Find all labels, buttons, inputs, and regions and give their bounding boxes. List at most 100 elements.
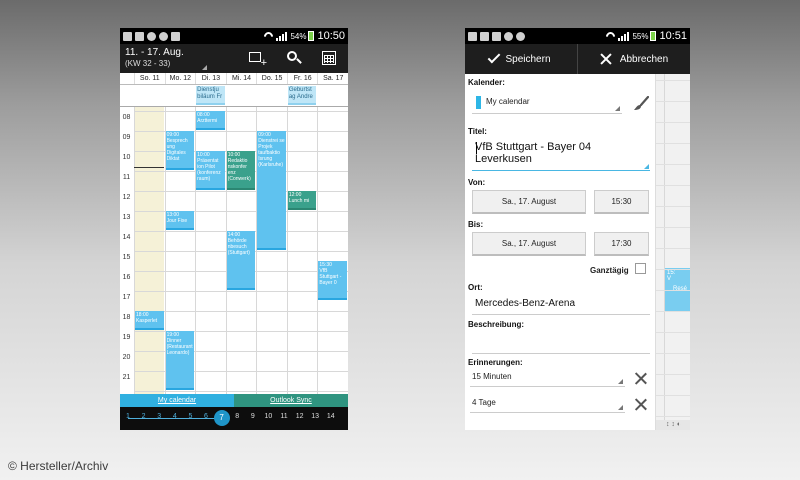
hour-line — [134, 311, 348, 312]
event-title: Präsentat ion Pilot (konferenz raum) — [197, 158, 221, 182]
action-bar: Speichern Abbrechen — [465, 44, 690, 74]
chrome-icon — [516, 31, 525, 41]
to-time-button[interactable]: 17:30 — [594, 232, 649, 256]
from-date-button[interactable]: Sa., 17. August — [472, 190, 586, 214]
week-number-tick[interactable]: 8 — [235, 413, 239, 420]
calendar-event[interactable]: 09:00 Besprech ung Digitales Diktat — [165, 131, 195, 170]
reminder-select[interactable]: 15 Minuten — [470, 369, 625, 387]
calendar-event[interactable]: 09:00 Dienstrei se Projek taufbaktio Isru… — [257, 131, 286, 250]
week-number-tick[interactable]: 4 — [173, 413, 177, 420]
week-number: (KW 32 - 33) — [125, 59, 171, 68]
tab-my-calendar[interactable]: My calendar — [120, 394, 234, 407]
day-header[interactable]: Fr. 16 — [286, 73, 318, 84]
calendar-event[interactable]: 13:00 Jour Fixe — [165, 211, 195, 230]
hour-label: 14 — [122, 234, 131, 241]
to-date-button[interactable]: Sa., 17. August — [472, 232, 586, 256]
calendar-event[interactable]: 18:00 Kasperlet — [135, 311, 164, 330]
from-time-button[interactable]: 15:30 — [594, 190, 649, 214]
current-time-line — [134, 167, 164, 168]
hour-line — [134, 391, 348, 392]
cancel-button[interactable]: Abbrechen — [577, 44, 690, 74]
location-input[interactable]: Mercedes-Benz-Arena — [472, 295, 650, 315]
week-number-tick[interactable]: 9 — [251, 413, 255, 420]
peek-hour-line — [656, 269, 690, 270]
description-input[interactable] — [472, 332, 650, 354]
week-grid[interactable]: 08091011121314151617181920212209:00Bespr… — [120, 107, 348, 394]
peek-hour-line — [656, 311, 690, 312]
week-number-tick[interactable]: 1 — [126, 413, 130, 420]
week-number-tick[interactable]: 2 — [142, 413, 146, 420]
date-range[interactable]: 11. - 17. Aug. — [125, 47, 343, 59]
calendar-event[interactable]: 12:00 Lunch mi — [287, 191, 317, 210]
peek-hour-line — [656, 374, 690, 375]
week-number-tick[interactable]: 3 — [157, 413, 161, 420]
image-icon — [135, 31, 144, 41]
location-label: Ort: — [468, 283, 483, 292]
notification-icon — [123, 31, 132, 41]
to-label: Bis: — [468, 220, 484, 229]
notification-icon — [468, 31, 477, 41]
remove-reminder-icon[interactable] — [634, 372, 647, 385]
wifi-icon — [604, 29, 618, 43]
dropbox-icon — [480, 31, 489, 41]
add-event-button[interactable]: + — [247, 49, 267, 69]
hour-label: 15 — [122, 254, 131, 261]
save-button[interactable]: Speichern — [465, 44, 577, 74]
tab-outlook-sync[interactable]: Outlook Sync — [234, 394, 348, 407]
reminder-select[interactable]: 4 Tage — [470, 395, 625, 413]
title-label: Titel: — [468, 127, 487, 136]
hour-label: 08 — [122, 114, 131, 121]
all-day-event[interactable]: Dienstju biläum Fr — [196, 86, 225, 105]
all-day-checkbox[interactable] — [635, 263, 646, 274]
title-value: VfB Stuttgart - Bayer 04 Leverkusen — [475, 141, 592, 165]
event-title: Jour Fixe — [166, 218, 188, 224]
hour-label: 19 — [122, 334, 131, 341]
week-number-tick[interactable]: 13 — [311, 413, 319, 420]
day-column-line — [286, 107, 288, 394]
dropdown-corner-icon — [618, 379, 623, 384]
event-title: Lunch mi — [288, 198, 310, 204]
day-header[interactable]: Mi. 14 — [225, 73, 257, 84]
week-number-tick[interactable]: 10 — [264, 413, 272, 420]
hour-label: 12 — [122, 194, 131, 201]
peek-hour-line — [656, 227, 690, 228]
status-bar: 55% 10:51 — [465, 28, 690, 44]
week-number-tick[interactable]: 6 — [204, 413, 208, 420]
hour-label: 10 — [122, 154, 131, 161]
hour-label: 21 — [122, 374, 131, 381]
week-number-tick[interactable]: 12 — [296, 413, 304, 420]
month-view-button[interactable] — [320, 49, 338, 67]
calendar-event[interactable]: 14:00 Behörde nbesuch (Stuttgart) — [226, 231, 256, 290]
image-icon — [492, 31, 501, 41]
day-header[interactable]: Do. 15 — [256, 73, 287, 84]
all-day-event[interactable]: Geburtst ag Andre — [287, 86, 317, 105]
event-title: Dienstrei se Projek taufbaktio Isrung (K… — [258, 138, 285, 168]
day-header[interactable]: Mo. 12 — [164, 73, 196, 84]
calendar-event[interactable]: 10:00 Redaktio nskonfer enz (Conwerk) — [226, 151, 256, 190]
day-header[interactable]: Sa. 17 — [317, 73, 348, 84]
calendar-toolbar: 11. - 17. Aug. (KW 32 - 33) + — [120, 44, 348, 73]
resize-icons[interactable]: ↕ ↕ ◐ — [656, 420, 690, 430]
week-number-tick[interactable]: 11 — [280, 413, 287, 420]
remove-reminder-icon[interactable] — [634, 398, 647, 411]
calendar-event[interactable]: 10:00 Präsentat ion Pilot (konferenz raum… — [196, 151, 225, 190]
reminder-value: 15 Minuten — [472, 372, 512, 381]
paintbrush-icon[interactable] — [633, 96, 649, 112]
week-scrubber[interactable]: 1 2 3 4 5 6 7 8 9 10 11 12 13 14 — [120, 407, 348, 430]
title-input[interactable]: VfB Stuttgart - Bayer 04 Leverkusen — [472, 139, 650, 171]
search-button[interactable] — [284, 49, 302, 67]
week-number-tick[interactable]: 14 — [327, 413, 335, 420]
event-title: Kasperlet — [136, 318, 158, 324]
calendar-event[interactable]: 08:00 Arzttermi — [196, 111, 225, 130]
calendar-peek-strip: 15: V Resé ↕ ↕ ◐ — [655, 74, 690, 430]
day-header[interactable]: Di. 13 — [195, 73, 226, 84]
week-number-tick[interactable]: 5 — [188, 413, 192, 420]
current-week-marker[interactable]: 7 — [213, 410, 230, 426]
calendar-week-screen: 54% 10:50 11. - 17. Aug. (KW 32 - 33) + … — [120, 28, 348, 430]
dropbox-icon — [171, 31, 180, 41]
day-header[interactable]: So. 11 — [134, 73, 165, 84]
event-title: Arzttermi — [197, 118, 218, 124]
calendar-event[interactable]: 15:30 VfB Stuttgart - Bayer 0 — [318, 261, 347, 300]
calendar-event[interactable]: 19:00 Dinner (Restaurant Leonardo) — [165, 331, 195, 390]
calendar-select[interactable]: My calendar — [472, 92, 622, 114]
